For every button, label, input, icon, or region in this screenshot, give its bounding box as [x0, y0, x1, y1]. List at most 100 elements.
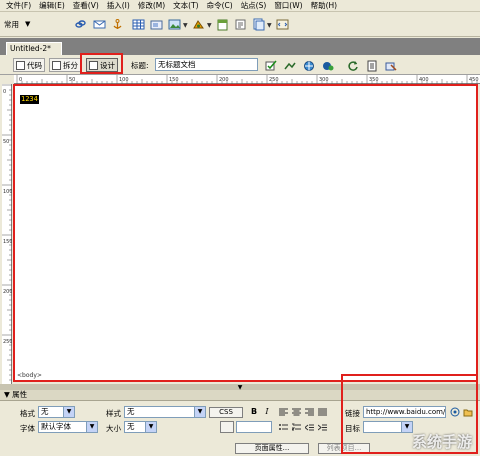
properties-panel: 格式 无 ▼ 样式 无 ▼ CSS B I 链接 http://www.baid… — [0, 374, 480, 456]
insert-category-select[interactable]: 常用 ▼ — [4, 17, 44, 31]
style-select[interactable]: 无 ▼ — [124, 406, 206, 418]
vruler-label: 0 — [3, 89, 6, 95]
document-toolbar: 代码 拆分 设计 标题: — [0, 53, 480, 75]
view-options-icon[interactable] — [364, 59, 379, 72]
watermark: 系统手游 — [411, 433, 472, 451]
format-select[interactable]: 无 ▼ — [38, 406, 75, 418]
template-icon[interactable] — [251, 17, 266, 32]
chevron-down-icon: ▼ — [63, 407, 74, 417]
refresh-icon[interactable] — [345, 59, 360, 72]
align-left-icon[interactable] — [279, 408, 288, 417]
menu-item-9[interactable]: 帮助(H) — [307, 0, 342, 11]
comment-icon[interactable] — [233, 17, 248, 32]
selected-content[interactable]: 1234 — [20, 95, 39, 104]
debug-icon[interactable] — [320, 59, 335, 72]
align-right-icon[interactable] — [305, 408, 314, 417]
properties-header-label: ▼ 属性 — [4, 390, 28, 399]
menu-item-3[interactable]: 插入(I) — [103, 0, 134, 11]
indent-icon[interactable] — [318, 423, 327, 432]
split-view-icon — [52, 60, 61, 70]
visual-aids-icon[interactable] — [383, 59, 398, 72]
size-select[interactable]: 无 ▼ — [124, 421, 157, 433]
design-canvas[interactable]: 1234 <body> — [13, 84, 478, 382]
ruler-label: 350 — [369, 77, 379, 83]
named-anchor-icon[interactable] — [110, 17, 125, 32]
ruler-label: 0 — [19, 77, 22, 83]
table-icon[interactable] — [131, 17, 146, 32]
ruler-label: 200 — [219, 77, 229, 83]
insert-bar: 常用 ▼ ▼ ▼ ▼ — [0, 12, 480, 37]
text-color-button[interactable] — [220, 421, 234, 433]
align-center-icon[interactable] — [292, 408, 301, 417]
chevron-down-icon: ▼ — [194, 407, 205, 417]
menu-bar: 文件(F) 编辑(E) 查看(V) 插入(I) 修改(M) 文本(T) 命令(C) 站点(S)… — [0, 0, 480, 12]
menu-item-0[interactable]: 文件(F) — [2, 0, 35, 11]
tag-chooser-icon[interactable] — [275, 17, 290, 32]
menu-item-2[interactable]: 查看(V) — [69, 0, 103, 11]
outdent-icon[interactable] — [305, 423, 314, 432]
tag-selector[interactable]: <body> — [17, 372, 42, 379]
ruler-label: 400 — [419, 77, 429, 83]
menu-item-1[interactable]: 编辑(E) — [35, 0, 69, 11]
insert-category-label: 常用 — [4, 19, 19, 29]
chevron-down-icon: ▼ — [86, 422, 97, 432]
menu-item-4[interactable]: 修改(M) — [134, 0, 169, 11]
email-link-icon[interactable] — [92, 17, 107, 32]
code-view-icon — [16, 60, 25, 70]
font-label: 字体 — [20, 424, 35, 433]
layer-icon[interactable] — [149, 17, 164, 32]
collapse-arrow-icon: ▼ — [237, 383, 243, 391]
size-value: 无 — [127, 422, 135, 431]
vruler-label: 100 — [3, 189, 12, 195]
chevron-down-icon: ▼ — [25, 20, 31, 28]
file-management-icon[interactable] — [282, 59, 297, 72]
horizontal-ruler: 0 50 100 150 200 250 300 350 400 450 — [14, 75, 480, 84]
document-tab-label: Untitled-2* — [10, 44, 51, 53]
preview-icon[interactable] — [301, 59, 316, 72]
bold-button[interactable]: B — [249, 407, 259, 417]
ordered-list-icon[interactable] — [292, 423, 301, 432]
document-tab-bar: Untitled-2* — [0, 38, 480, 55]
chevron-down-icon[interactable]: ▼ — [207, 22, 212, 29]
ruler-label: 300 — [319, 77, 329, 83]
chevron-down-icon[interactable]: ▼ — [267, 22, 272, 29]
menu-item-8[interactable]: 窗口(W) — [270, 0, 306, 11]
date-icon[interactable] — [215, 17, 230, 32]
chevron-down-icon[interactable]: ▼ — [183, 22, 188, 29]
ruler-label: 150 — [169, 77, 179, 83]
ruler-label: 50 — [69, 77, 75, 83]
title-label: 标题: — [131, 61, 149, 70]
ruler-label: 100 — [119, 77, 129, 83]
page-properties-button[interactable]: 页面属性... — [235, 443, 309, 454]
media-icon[interactable] — [191, 17, 206, 32]
vertical-ruler-ticks: 050100150200250300 — [2, 84, 13, 395]
hyperlink-icon[interactable] — [73, 17, 88, 32]
image-icon[interactable] — [167, 17, 182, 32]
design-view-highlight — [80, 53, 123, 74]
vruler-label: 200 — [3, 289, 12, 295]
ruler-label: 450 — [469, 77, 479, 83]
ruler-label: 250 — [269, 77, 279, 83]
style-label: 样式 — [106, 409, 121, 418]
text-color-input[interactable] — [236, 421, 272, 433]
validate-icon[interactable] — [263, 59, 278, 72]
font-value: 默认字体 — [41, 422, 71, 431]
title-input[interactable] — [155, 58, 258, 71]
menu-item-7[interactable]: 站点(S) — [237, 0, 271, 11]
vruler-label: 50 — [3, 139, 9, 145]
font-select[interactable]: 默认字体 ▼ — [38, 421, 98, 433]
menu-item-5[interactable]: 文本(T) — [169, 0, 202, 11]
css-button[interactable]: CSS — [209, 407, 243, 418]
size-label: 大小 — [106, 424, 121, 433]
menu-item-6[interactable]: 命令(C) — [203, 0, 237, 11]
format-label: 格式 — [20, 409, 35, 418]
unordered-list-icon[interactable] — [279, 423, 288, 432]
document-tab[interactable]: Untitled-2* — [6, 42, 62, 55]
code-view-button[interactable]: 代码 — [13, 58, 45, 72]
vertical-ruler: 050100150200250300 — [2, 84, 13, 395]
italic-button[interactable]: I — [262, 407, 272, 417]
split-view-label: 拆分 — [63, 60, 78, 70]
horizontal-ruler-ticks: 0 50 100 150 200 250 300 350 400 450 — [16, 75, 479, 84]
justify-icon[interactable] — [318, 408, 327, 417]
split-view-button[interactable]: 拆分 — [49, 58, 81, 72]
